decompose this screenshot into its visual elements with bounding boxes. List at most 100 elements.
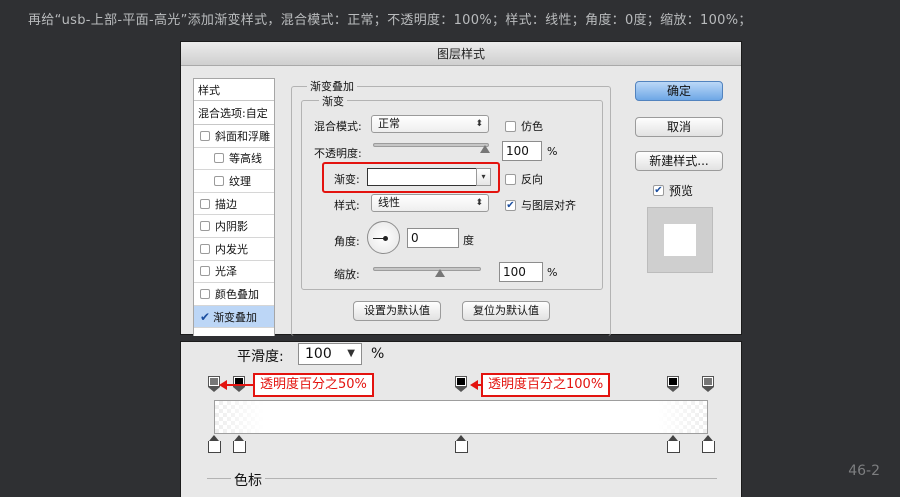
style-checkbox[interactable]: [200, 243, 210, 254]
scale-input[interactable]: 100: [499, 262, 543, 282]
align-label: 与图层对齐: [521, 199, 576, 212]
checkmark-icon[interactable]: ✔: [200, 310, 210, 324]
style-checkbox[interactable]: [200, 221, 210, 232]
color-stop[interactable]: [208, 435, 221, 453]
style-list-item-label: 纹理: [229, 174, 251, 188]
style-list-item-label: 颜色叠加: [215, 287, 259, 301]
style-select[interactable]: 线性 ⬍: [371, 194, 489, 212]
style-list-item-label: 内阴影: [215, 220, 248, 234]
gradient-editor: 平滑度: 100 ▼ % 透明度百分之50% 透明度百分之100% 色标: [180, 341, 742, 497]
smoothness-input[interactable]: 100 ▼: [298, 343, 362, 365]
gradient-picker[interactable]: [367, 168, 477, 186]
preview-label: 预览: [669, 184, 694, 198]
style-list-item[interactable]: 斜面和浮雕: [194, 125, 274, 148]
style-checkbox[interactable]: [214, 175, 224, 186]
gradient-overlay-title: 渐变叠加: [307, 78, 357, 94]
style-checkbox[interactable]: [200, 266, 210, 277]
new-style-button[interactable]: 新建样式...: [635, 151, 723, 171]
scale-percent: %: [547, 266, 558, 279]
dialog-title: 图层样式: [181, 42, 741, 66]
style-list-item-label: 描边: [215, 197, 237, 211]
opacity-percent: %: [547, 145, 558, 158]
smoothness-percent: %: [371, 346, 385, 362]
smoothness-dropdown-icon[interactable]: ▼: [347, 344, 355, 364]
style-list-item-label: 斜面和浮雕: [215, 129, 270, 143]
opacity-slider[interactable]: [373, 143, 489, 147]
angle-label: 角度:: [334, 235, 360, 248]
dither-checkbox[interactable]: 仿色: [505, 118, 543, 134]
style-list-item[interactable]: 颜色叠加: [194, 283, 274, 306]
opacity-stop[interactable]: [667, 376, 680, 392]
style-label: 样式:: [334, 199, 360, 212]
reverse-checkbox[interactable]: 反向: [505, 171, 543, 187]
angle-dial[interactable]: [367, 221, 400, 254]
blend-mode-select[interactable]: 正常 ⬍: [371, 115, 489, 133]
style-list-item[interactable]: 描边: [194, 193, 274, 216]
preview-checkbox-box[interactable]: ✔: [653, 185, 664, 196]
blend-options-item[interactable]: 混合选项:自定: [194, 101, 274, 125]
gradient-dropdown-button[interactable]: ▾: [476, 168, 491, 186]
blend-mode-value: 正常: [378, 117, 400, 130]
style-list-item-label: 等高线: [229, 152, 262, 166]
reset-default-button[interactable]: 复位为默认值: [462, 301, 550, 321]
color-stops-divider: [207, 478, 717, 479]
smoothness-value: 100: [305, 346, 332, 362]
ok-button[interactable]: 确定: [635, 81, 723, 101]
callout-mid: 透明度百分之100%: [481, 373, 611, 397]
callout-mid-arrow: [470, 380, 478, 390]
preview-checkbox[interactable]: ✔ 预览: [653, 182, 693, 199]
dither-checkbox-box[interactable]: [505, 120, 516, 132]
color-stop[interactable]: [232, 435, 246, 453]
style-checkbox[interactable]: [200, 288, 210, 299]
callout-left-arrow: [219, 380, 227, 390]
set-default-button[interactable]: 设置为默认值: [353, 301, 441, 321]
select-arrows-icon: ⬍: [475, 198, 483, 208]
color-stop[interactable]: [667, 435, 681, 453]
opacity-label: 不透明度:: [314, 147, 362, 160]
opacity-stop[interactable]: [455, 376, 467, 392]
scale-label: 缩放:: [334, 268, 360, 281]
layer-style-dialog: 图层样式 样式 混合选项:自定 斜面和浮雕等高线纹理描边内阴影内发光光泽颜色叠加…: [180, 41, 742, 336]
style-list-header[interactable]: 样式: [194, 79, 274, 101]
opacity-slider-thumb[interactable]: [480, 145, 490, 153]
angle-degree-unit: 度: [463, 234, 474, 247]
style-checkbox[interactable]: [214, 153, 224, 164]
align-checkbox-box[interactable]: ✔: [505, 199, 516, 211]
style-list-item[interactable]: 内阴影: [194, 215, 274, 238]
opacity-stop[interactable]: [702, 376, 714, 392]
cancel-button[interactable]: 取消: [635, 117, 723, 137]
style-list-item-label: 渐变叠加: [213, 310, 258, 324]
align-with-layer-checkbox[interactable]: ✔ 与图层对齐: [505, 197, 576, 213]
scale-slider[interactable]: [373, 267, 481, 271]
reverse-checkbox-box[interactable]: [505, 173, 516, 185]
page-number: 46-2: [848, 463, 880, 479]
angle-center-dot: [383, 236, 388, 241]
blend-mode-label: 混合模式:: [314, 120, 362, 133]
dither-label: 仿色: [521, 120, 543, 133]
style-list: 样式 混合选项:自定 斜面和浮雕等高线纹理描边内阴影内发光光泽颜色叠加 ✔ 渐变叠加: [193, 78, 275, 336]
gradient-bar[interactable]: [214, 400, 708, 434]
gradient-label: 渐变:: [334, 173, 360, 186]
angle-input[interactable]: 0: [407, 228, 459, 248]
callout-left: 透明度百分之50%: [253, 373, 374, 397]
color-stop[interactable]: [702, 435, 715, 453]
color-stops-label: 色标: [231, 470, 265, 490]
reverse-label: 反向: [521, 173, 543, 186]
style-list-item[interactable]: 内发光: [194, 238, 274, 261]
smoothness-label: 平滑度:: [237, 349, 284, 365]
color-stop[interactable]: [455, 435, 468, 453]
style-list-item-label: 光泽: [215, 265, 237, 279]
gradient-subgroup-title: 渐变: [319, 93, 347, 109]
style-list-item[interactable]: ✔ 渐变叠加: [194, 305, 274, 329]
style-preview-thumbnail: [647, 207, 713, 273]
style-checkbox[interactable]: [200, 130, 210, 141]
select-arrows-icon: ⬍: [475, 119, 483, 129]
style-list-item[interactable]: 纹理: [194, 170, 274, 193]
style-list-item[interactable]: 光泽: [194, 261, 274, 284]
style-value: 线性: [378, 196, 400, 209]
opacity-input[interactable]: 100: [502, 141, 542, 161]
scale-slider-thumb[interactable]: [435, 269, 445, 277]
style-list-item-label: 内发光: [215, 242, 248, 256]
style-checkbox[interactable]: [200, 198, 210, 209]
style-list-item[interactable]: 等高线: [194, 148, 274, 171]
